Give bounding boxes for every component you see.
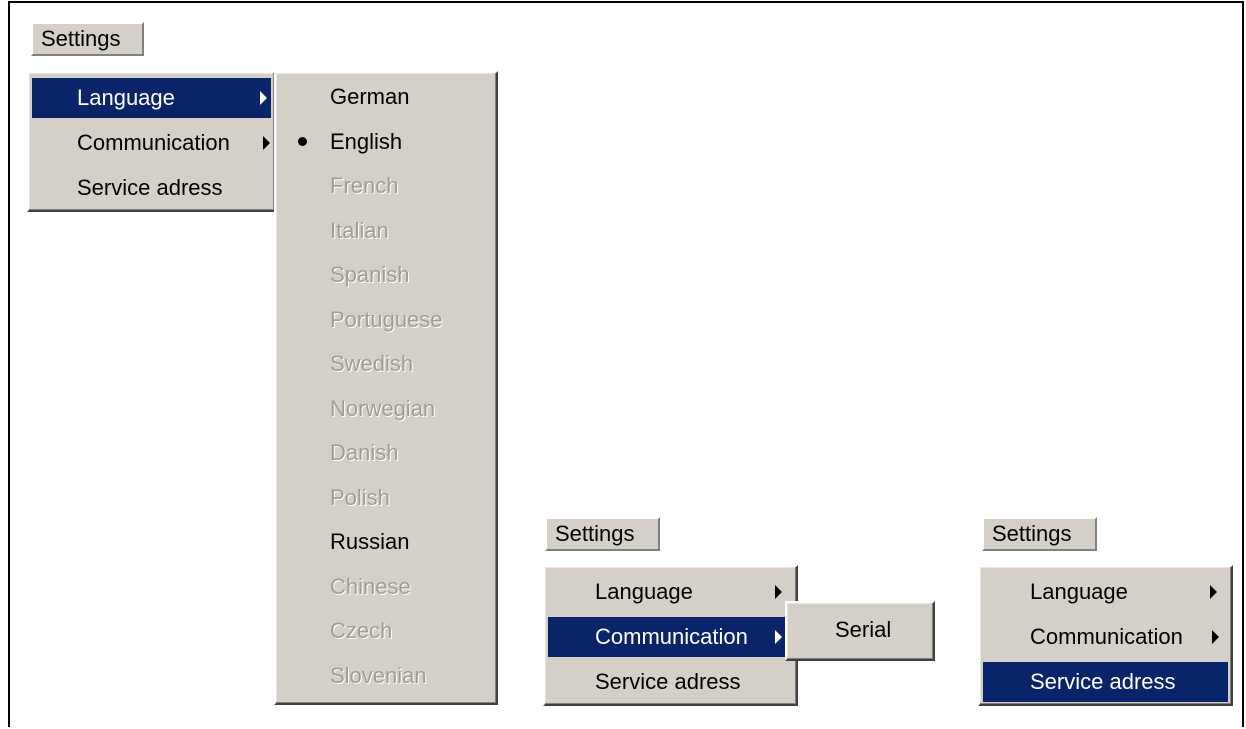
menu-item-serial[interactable]: Serial <box>790 610 930 650</box>
radio-check-icon <box>298 136 307 146</box>
language-option-spanish: Spanish <box>279 255 493 295</box>
submenu-arrow-icon <box>775 585 782 599</box>
language-option-chinese: Chinese <box>279 567 493 607</box>
menu-item-label: Swedish <box>330 351 414 376</box>
language-option-russian[interactable]: Russian <box>279 522 493 562</box>
language-option-english[interactable]: English <box>279 122 493 162</box>
language-option-slovenian: Slovenian <box>279 656 493 696</box>
menu-item-service-adress[interactable]: Service adress <box>983 662 1228 702</box>
menu-item-service-adress[interactable]: Service adress <box>32 168 271 208</box>
menu-item-label: Service adress <box>595 669 741 694</box>
language-option-french: French <box>279 166 493 206</box>
menu-item-label: Italian <box>330 217 389 243</box>
menu-item-label: Communication <box>77 130 230 155</box>
menu-item-label: Chinese <box>330 573 411 599</box>
menu-item-label: Danish <box>330 440 399 465</box>
settings-dropdown: Language Communication Service adress <box>27 71 276 212</box>
settings-menu-button[interactable]: Settings <box>31 22 144 56</box>
menu-item-label: French <box>330 173 399 198</box>
language-option-italian: Italian <box>279 211 493 251</box>
menu-item-communication[interactable]: Communication <box>548 617 793 657</box>
language-option-german[interactable]: German <box>279 77 493 117</box>
submenu-arrow-icon <box>263 136 270 150</box>
menu-item-label: Language <box>1030 579 1128 604</box>
menu-item-label: Portuguese <box>330 306 443 332</box>
menu-item-language[interactable]: Language <box>32 78 271 118</box>
language-option-danish: Danish <box>279 433 493 473</box>
settings-menu-button[interactable]: Settings <box>982 517 1097 551</box>
language-option-portuguese: Portuguese <box>279 300 493 340</box>
menu-item-service-adress[interactable]: Service adress <box>548 662 793 702</box>
settings-dropdown: Language Communication Service adress <box>978 565 1233 706</box>
submenu-arrow-icon <box>775 630 782 644</box>
menu-item-label: Language <box>77 85 175 110</box>
menu-item-label: Slovenian <box>330 662 427 688</box>
menu-item-label: Norwegian <box>330 395 436 421</box>
submenu-arrow-icon <box>1212 630 1219 644</box>
menu-item-label: Communication <box>1030 624 1183 649</box>
language-option-norwegian: Norwegian <box>279 389 493 429</box>
communication-submenu: Serial <box>785 601 935 661</box>
language-submenu: German English French Italian Spanish Portugu… <box>274 71 498 705</box>
menu-item-label: Spanish <box>330 262 410 287</box>
menu-item-communication[interactable]: Communication <box>32 123 271 163</box>
menu-item-language[interactable]: Language <box>548 572 793 612</box>
menu-item-label: English <box>330 128 403 154</box>
menu-item-label: Service adress <box>77 175 223 200</box>
menu-item-label: Czech <box>330 618 393 643</box>
language-option-polish: Polish <box>279 478 493 518</box>
settings-dropdown: Language Communication Service adress <box>543 565 798 706</box>
submenu-arrow-icon <box>260 91 267 105</box>
menu-item-label: Communication <box>595 624 748 649</box>
menu-item-label: German <box>330 84 410 109</box>
menu-item-label: Language <box>595 579 693 604</box>
menu-item-label: Serial <box>835 617 892 642</box>
menu-item-communication[interactable]: Communication <box>983 617 1228 657</box>
submenu-arrow-icon <box>1210 585 1217 599</box>
menu-item-label: Service adress <box>1030 669 1176 694</box>
language-option-czech: Czech <box>279 611 493 651</box>
settings-menu-button[interactable]: Settings <box>545 517 660 551</box>
menu-item-label: Russian <box>330 529 410 554</box>
menu-item-language[interactable]: Language <box>983 572 1228 612</box>
menu-item-label: Polish <box>330 484 390 510</box>
language-option-swedish: Swedish <box>279 344 493 384</box>
